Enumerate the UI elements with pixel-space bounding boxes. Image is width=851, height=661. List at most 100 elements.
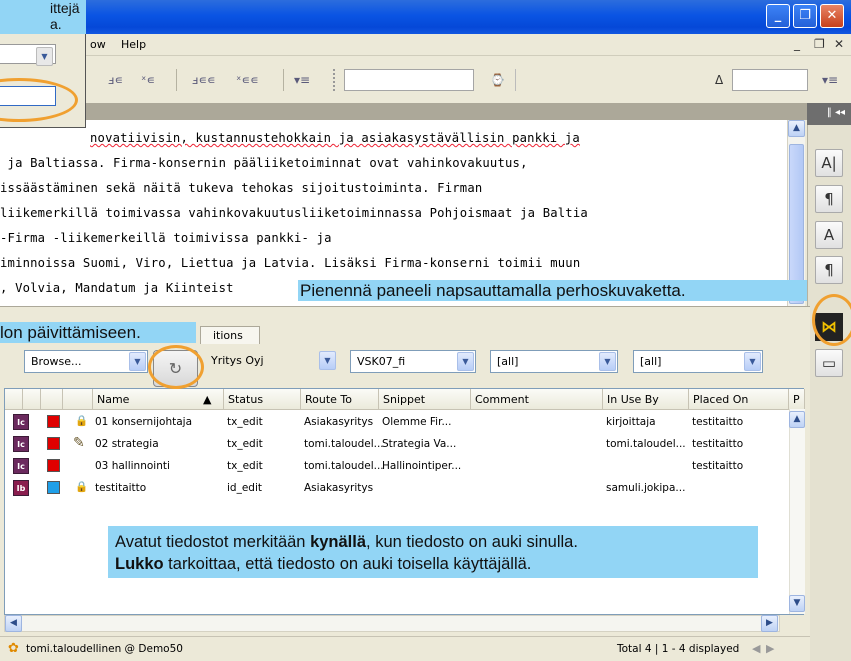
scroll-left-icon[interactable]: ◀ bbox=[5, 615, 22, 632]
paragraph-icon[interactable]: ¶ bbox=[815, 185, 843, 213]
chevron-down-icon[interactable]: ▼ bbox=[129, 352, 146, 371]
column-header-p[interactable]: P bbox=[789, 389, 805, 410]
column-header-route-to[interactable]: Route To bbox=[301, 389, 379, 410]
chevron-down-icon[interactable]: ▼ bbox=[457, 352, 474, 371]
row-placed-on: testitaitto bbox=[692, 460, 744, 472]
paragraph-style-icon[interactable]: ¶ bbox=[815, 256, 843, 284]
callout-panel-hint: Pienennä paneeli napsauttamalla perhosku… bbox=[298, 280, 807, 301]
counter-icon: ⌚ bbox=[490, 73, 505, 87]
row-route: Asiakasyritys bbox=[304, 482, 374, 494]
reject-change-icon[interactable]: ˣ∊ bbox=[141, 73, 155, 87]
callout-line: a. bbox=[50, 16, 62, 32]
editor-scrollbar[interactable]: ▲ bbox=[787, 120, 805, 306]
row-placed-on: testitaitto bbox=[692, 416, 744, 428]
table-row[interactable]: Ic 🔒 01 konsernijohtaja tx_edit Asiakasy… bbox=[5, 411, 785, 433]
row-placed-on: testitaitto bbox=[692, 438, 744, 450]
company-select[interactable]: Yritys Oyj ▼ bbox=[205, 350, 337, 373]
browse-select[interactable]: Browse... ▼ bbox=[24, 350, 148, 373]
table-row[interactable]: Ic 03 hallinnointi tx_edit tomi.taloudel… bbox=[5, 455, 785, 477]
column-label: Comment bbox=[475, 393, 529, 406]
title-bar: _ ❐ ✕ bbox=[0, 0, 851, 34]
chevron-down-icon[interactable]: ▼ bbox=[319, 351, 336, 370]
page-next-icon[interactable]: ▶ bbox=[766, 642, 774, 655]
scroll-up-icon[interactable]: ▲ bbox=[788, 120, 805, 137]
row-route: tomi.taloudel... bbox=[304, 460, 384, 472]
scroll-down-icon[interactable]: ▼ bbox=[789, 595, 805, 612]
toolbar-field-3[interactable] bbox=[732, 69, 808, 91]
doc-restore-button[interactable]: ❐ bbox=[814, 37, 825, 51]
scroll-up-icon[interactable]: ▲ bbox=[789, 411, 805, 428]
row-snippet: Olemme Fir... bbox=[382, 416, 452, 428]
separator bbox=[283, 69, 284, 91]
status-filter-select[interactable]: [all] ▼ bbox=[490, 350, 618, 373]
assignments-table[interactable]: Name ▲ Status Route To Snippet Comment In… bbox=[4, 388, 805, 615]
table-hscrollbar[interactable]: ◀ ▶ bbox=[4, 615, 780, 632]
row-in-use-by: tomi.taloudel... bbox=[606, 438, 686, 450]
page-prev-icon[interactable]: ◀ bbox=[752, 642, 760, 655]
editor-line: novatiivisin, kustannustehokkain ja asia… bbox=[90, 131, 580, 145]
row-name: 03 hallinnointi bbox=[95, 460, 170, 472]
column-header-status[interactable]: Status bbox=[224, 389, 301, 410]
minimize-button[interactable]: _ bbox=[766, 4, 790, 28]
chevron-down-icon[interactable]: ▼ bbox=[36, 47, 53, 66]
notes-icon[interactable]: ▭ bbox=[815, 349, 843, 377]
column-header-comment[interactable]: Comment bbox=[471, 389, 603, 410]
callout-line: ittejä bbox=[50, 0, 80, 16]
row-snippet: Hallinointiper... bbox=[382, 460, 462, 472]
maximize-button[interactable]: ❐ bbox=[793, 4, 817, 28]
menu-window[interactable]: ow bbox=[90, 38, 106, 51]
separator bbox=[176, 69, 177, 91]
menu-bar: ow Help _ ❐ ✕ bbox=[0, 34, 851, 56]
column-label: Status bbox=[228, 393, 264, 406]
toolbar-field-1[interactable] bbox=[344, 69, 474, 91]
reject-all-icon[interactable]: ˣ∊∊ bbox=[236, 73, 259, 87]
table-scrollbar[interactable]: ▲ ▼ bbox=[789, 409, 805, 614]
chevron-down-icon[interactable]: ▼ bbox=[599, 352, 616, 371]
column-label: P bbox=[793, 393, 800, 406]
column-header[interactable] bbox=[41, 389, 63, 410]
column-label: In Use By bbox=[607, 393, 659, 406]
editor-line: ja Baltiassa. Firma-konsernin pääliiketo… bbox=[0, 156, 528, 170]
column-header-placed-on[interactable]: Placed On bbox=[689, 389, 789, 410]
row-status: tx_edit bbox=[227, 438, 263, 450]
doc-close-button[interactable]: ✕ bbox=[834, 37, 844, 51]
legend-text: Avatut tiedostot merkitään bbox=[115, 533, 311, 551]
character-icon[interactable]: A bbox=[815, 221, 843, 249]
dock-header[interactable]: ‖ ◂◂ bbox=[807, 103, 851, 125]
row-name: 01 konsernijohtaja bbox=[95, 416, 193, 428]
editor-line: issäästäminen sekä näitä tukeva tehokas … bbox=[0, 181, 483, 195]
tab-assignments[interactable]: itions bbox=[200, 326, 260, 344]
toolbar-grip[interactable] bbox=[333, 69, 339, 91]
menu-help[interactable]: Help bbox=[121, 38, 146, 51]
column-header-snippet[interactable]: Snippet bbox=[379, 389, 471, 410]
story-editor[interactable]: novatiivisin, kustannustehokkain ja asia… bbox=[0, 120, 787, 306]
scroll-right-icon[interactable]: ▶ bbox=[761, 615, 778, 632]
status-total: Total 4 | 1 - 4 displayed bbox=[617, 643, 740, 655]
character-style-icon[interactable]: A| bbox=[815, 149, 843, 177]
column-header-in-use-by[interactable]: In Use By bbox=[603, 389, 689, 410]
indesign-file-icon: Ib bbox=[13, 480, 29, 496]
column-header[interactable] bbox=[5, 389, 23, 410]
row-name: testitaitto bbox=[95, 482, 147, 494]
user-filter-select[interactable]: [all] ▼ bbox=[633, 350, 763, 373]
column-header[interactable] bbox=[63, 389, 93, 410]
column-header[interactable] bbox=[23, 389, 41, 410]
accept-all-icon[interactable]: ⅎ∊∊ bbox=[192, 73, 216, 87]
options-icon[interactable]: ▾≡ bbox=[294, 73, 310, 87]
color-label-icon bbox=[47, 459, 60, 472]
incopy-file-icon: Ic bbox=[13, 436, 29, 452]
table-row[interactable]: Ib 🔒 testitaitto id_edit Asiakasyritys s… bbox=[5, 477, 785, 499]
chevron-down-icon[interactable]: ▼ bbox=[744, 352, 761, 371]
issue-select[interactable]: VSK07_fi ▼ bbox=[350, 350, 476, 373]
table-row[interactable]: Ic ✎ 02 strategia tx_edit tomi.taloudel.… bbox=[5, 433, 785, 455]
toolbar-options-icon[interactable]: ▾≡ bbox=[822, 73, 838, 87]
row-status: tx_edit bbox=[227, 416, 263, 428]
doc-minimize-button[interactable]: _ bbox=[794, 37, 800, 51]
column-label: Route To bbox=[305, 393, 353, 406]
incopy-file-icon: Ic bbox=[13, 414, 29, 430]
close-button[interactable]: ✕ bbox=[820, 4, 844, 28]
legend-bold: Lukko bbox=[115, 555, 164, 573]
column-header-name[interactable]: Name ▲ bbox=[93, 389, 224, 410]
company-value: Yritys Oyj bbox=[211, 354, 264, 367]
track-changes-icon[interactable]: ⅎ∊ bbox=[108, 73, 123, 87]
